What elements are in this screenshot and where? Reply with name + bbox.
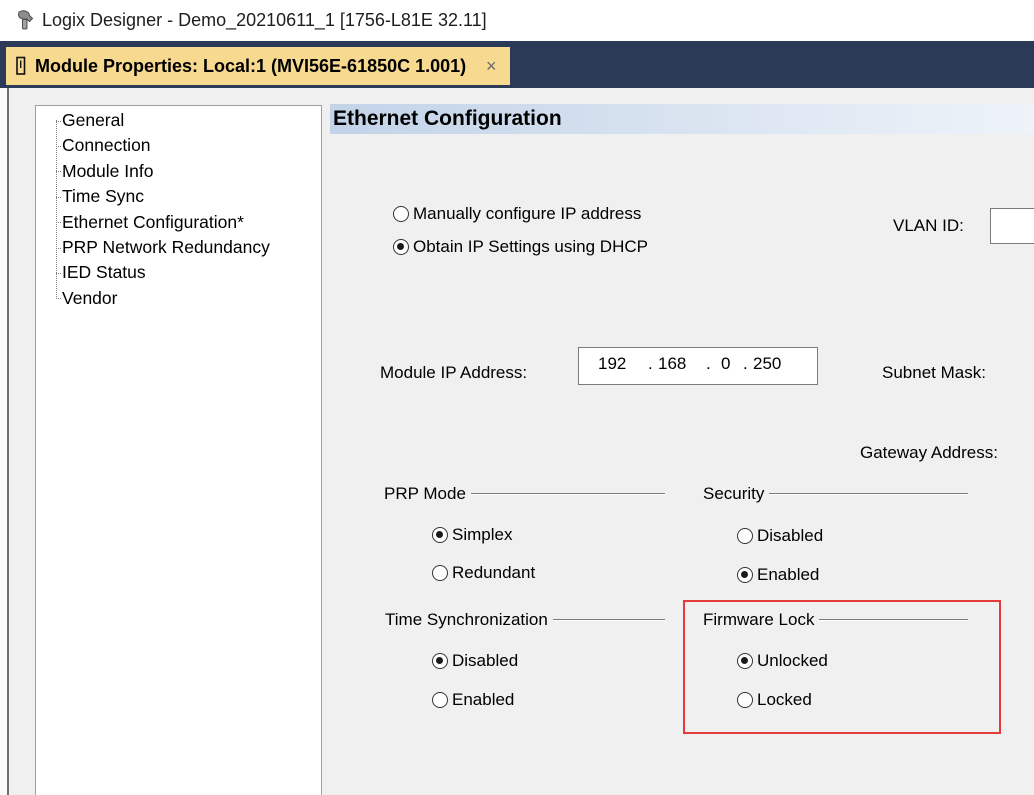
subnet-mask-label: Subnet Mask: <box>882 363 986 382</box>
radio-indicator[interactable] <box>432 653 448 669</box>
window-frame-margin <box>0 88 7 795</box>
tree-item-connection[interactable]: Connection <box>36 133 321 158</box>
ip-dot-separator: . <box>648 354 653 373</box>
module-ip-field[interactable]: 192 . 168 . 0 . 250 <box>578 347 818 385</box>
radio-label: Disabled <box>452 651 519 670</box>
window-title: Logix Designer - Demo_20210611_1 [1756-L… <box>42 10 487 30</box>
radio-indicator[interactable] <box>737 653 753 669</box>
radio-indicator[interactable] <box>432 692 448 708</box>
radio-indicator[interactable] <box>393 206 409 222</box>
section-header: Ethernet Configuration <box>330 104 1034 134</box>
radio-timesync-disabled[interactable]: Disabled <box>432 649 518 673</box>
title-bar: Logix Designer - Demo_20210611_1 [1756-L… <box>0 0 1034 41</box>
tree-item-prp-network-redundancy[interactable]: PRP Network Redundancy <box>36 235 321 260</box>
group-divider <box>552 619 665 621</box>
tree-item-vendor[interactable]: Vendor <box>36 286 321 311</box>
radio-indicator[interactable] <box>737 567 753 583</box>
radio-label: Locked <box>757 690 812 709</box>
radio-label: Obtain IP Settings using DHCP <box>413 237 648 256</box>
radio-label: Unlocked <box>757 651 828 670</box>
radio-indicator[interactable] <box>432 565 448 581</box>
radio-indicator[interactable] <box>737 692 753 708</box>
logix-designer-icon[interactable] <box>14 9 36 31</box>
ip-octet[interactable]: 250 <box>753 348 781 380</box>
ip-octet[interactable]: 168 <box>658 348 686 380</box>
radio-label: Simplex <box>452 525 513 544</box>
document-tab-strip: Module Properties: Local:1 (MVI56E-61850… <box>0 41 1034 88</box>
radio-indicator[interactable] <box>432 527 448 543</box>
prp-mode-group: PRP Mode <box>384 482 665 506</box>
ip-dot-separator: . <box>706 354 711 373</box>
vlan-id-label: VLAN ID: <box>893 216 964 235</box>
group-divider <box>769 493 968 495</box>
logix-designer-window: Logix Designer - Demo_20210611_1 [1756-L… <box>0 0 1034 795</box>
time-sync-group: Time Synchronization <box>385 608 665 632</box>
group-title: Security <box>703 484 765 503</box>
close-icon[interactable]: × <box>486 47 497 85</box>
tree-item-time-sync[interactable]: Time Sync <box>36 184 321 209</box>
window-frame-border <box>7 88 9 795</box>
radio-timesync-enabled[interactable]: Enabled <box>432 688 514 712</box>
radio-ip-manual[interactable]: Manually configure IP address <box>393 202 641 226</box>
radio-firmware-unlocked[interactable]: Unlocked <box>737 649 828 673</box>
group-title: PRP Mode <box>384 484 466 503</box>
group-title: Time Synchronization <box>385 610 548 629</box>
gateway-address-label: Gateway Address: <box>860 443 998 462</box>
radio-security-disabled[interactable]: Disabled <box>737 524 823 548</box>
ip-dot-separator: . <box>743 354 748 373</box>
group-divider <box>470 493 665 495</box>
radio-prp-simplex[interactable]: Simplex <box>432 523 512 547</box>
radio-label: Enabled <box>757 565 820 584</box>
radio-label: Redundant <box>452 563 536 582</box>
radio-indicator[interactable] <box>393 239 409 255</box>
radio-firmware-locked[interactable]: Locked <box>737 688 812 712</box>
group-divider <box>819 619 968 621</box>
radio-security-enabled[interactable]: Enabled <box>737 563 819 587</box>
tree-item-module-info[interactable]: Module Info <box>36 159 321 184</box>
radio-label: Enabled <box>452 690 515 709</box>
radio-ip-dhcp[interactable]: Obtain IP Settings using DHCP <box>393 235 648 259</box>
tree-item-general[interactable]: General <box>36 108 321 133</box>
category-tree[interactable]: General Connection Module Info Time Sync… <box>35 105 322 795</box>
module-ip-label: Module IP Address: <box>380 363 528 382</box>
tree-item-ethernet-configuration[interactable]: Ethernet Configuration* <box>36 210 321 235</box>
vlan-id-field[interactable] <box>990 208 1034 244</box>
radio-prp-redundant[interactable]: Redundant <box>432 561 535 585</box>
tab-label: Module Properties: Local:1 (MVI56E-61850… <box>35 56 467 76</box>
firmware-lock-group: Firmware Lock <box>703 608 968 632</box>
tab-module-properties[interactable]: Module Properties: Local:1 (MVI56E-61850… <box>6 47 510 85</box>
ip-octet[interactable]: 0 <box>721 348 730 380</box>
security-group: Security <box>703 482 968 506</box>
section-title: Ethernet Configuration <box>333 107 562 130</box>
radio-label: Manually configure IP address <box>413 204 642 223</box>
tree-item-ied-status[interactable]: IED Status <box>36 260 321 285</box>
radio-indicator[interactable] <box>737 528 753 544</box>
ip-octet[interactable]: 192 <box>598 348 626 380</box>
radio-label: Disabled <box>757 526 824 545</box>
module-properties-icon <box>16 56 26 75</box>
group-title: Firmware Lock <box>703 610 815 629</box>
